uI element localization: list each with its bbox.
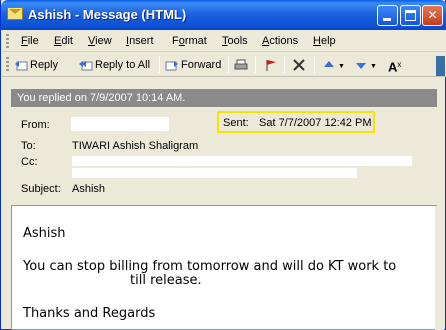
forward-button[interactable]: Forward [165,56,221,74]
font-size-icon: A [388,59,398,75]
title-bar[interactable]: Ashish - Message (HTML) ✕ [1,0,446,30]
previous-item-icon [322,59,336,71]
reply-all-icon [79,59,93,71]
maximize-icon [405,10,416,21]
info-bar: You replied on 7/9/2007 10:14 AM. [11,89,437,107]
sent-label: Sent: [223,117,249,129]
menu-insert[interactable]: Insert [126,35,154,47]
closing-text: Thanks and Regards [23,306,156,321]
delete-button[interactable] [292,56,308,74]
message-body[interactable]: Ashish You can stop billing from tomorro… [11,205,437,330]
sent-value: Sat 7/7/2007 12:42 PM [259,117,372,129]
greeting-text: Ashish [23,226,66,241]
redacted-from-value [71,117,169,131]
minimize-button[interactable] [377,5,398,26]
body-line-1: You can stop billing from tomorrow and w… [23,259,397,274]
close-button[interactable]: ✕ [422,5,443,26]
toolbar-separator [255,56,256,73]
menu-view[interactable]: View [88,35,112,47]
delete-x-icon [292,59,306,71]
next-item-icon [354,59,368,71]
follow-up-flag-button[interactable] [264,56,278,74]
reply-all-button[interactable]: Reply to All [79,56,150,74]
minimize-icon [383,18,391,21]
chevron-down-icon: ▼ [370,63,377,70]
redacted-cc-line-1 [72,156,412,166]
subject-value: Ashish [72,183,106,195]
menu-file[interactable]: File [21,35,39,47]
cc-label: Cc: [21,156,38,168]
maximize-button[interactable] [400,5,421,26]
toolbar-separator [228,56,229,73]
print-icon [234,59,248,71]
menu-help[interactable]: Help [313,35,336,47]
to-label: To: [21,140,36,152]
menu-actions[interactable]: Actions [262,35,298,47]
menu-format[interactable]: Format [172,35,207,47]
to-value[interactable]: TIWARI Ashish Shaligram [72,140,198,152]
menu-bar: File Edit View Insert Format Tools Actio… [2,30,446,52]
toolbar-separator [284,56,285,73]
window-title: Ashish - Message (HTML) [28,7,187,22]
vertical-scrollbar[interactable] [435,206,444,330]
forward-icon [165,59,179,71]
chevron-down-icon: ▼ [338,63,345,70]
reply-button[interactable]: Reply [14,56,58,74]
subject-label: Subject: [21,183,61,195]
menu-tools[interactable]: Tools [222,35,248,47]
toolbar-separator [159,56,160,73]
redacted-cc-line-2 [72,168,357,178]
print-button[interactable] [234,56,250,74]
from-label: From: [21,119,50,131]
flag-icon [264,59,278,72]
menu-grip-handle[interactable] [6,34,9,48]
menu-edit[interactable]: Edit [54,35,73,47]
message-window: Ashish - Message (HTML) ✕ File Edit View… [0,0,446,330]
reply-icon [14,59,28,71]
previous-item-button[interactable]: ▼ [322,56,350,74]
next-item-button[interactable]: ▼ [354,56,382,74]
toolbar-grip-handle[interactable] [6,57,9,71]
toolbar-separator [314,56,315,73]
close-icon: ✕ [427,8,438,22]
font-size-button[interactable]: Ax [388,56,408,75]
toolbar-overflow-chevron[interactable] [436,56,445,76]
toolbar: Reply Reply to All Forward ▼ ▼ Ax [2,52,446,77]
envelope-icon [7,7,23,20]
body-line-2: till release. [130,273,202,288]
